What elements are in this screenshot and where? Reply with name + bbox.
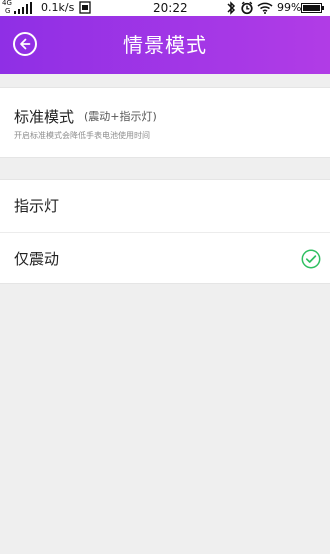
vibrate-only-label: 仅震动 [14, 250, 60, 268]
network-g-label: G [5, 7, 11, 15]
network-4g-label: 4G [2, 0, 12, 7]
alarm-icon [241, 1, 253, 15]
checkmark-icon [301, 249, 321, 269]
standard-mode-section[interactable]: 标准模式 (震动+指示灯) 开启标准模式会降低手表电池使用时间 [0, 87, 330, 158]
indicator-light-option[interactable]: 指示灯 [0, 180, 330, 232]
standard-mode-subtitle: (震动+指示灯) [84, 110, 157, 123]
battery-icon [301, 3, 324, 13]
indicator-light-label: 指示灯 [14, 197, 60, 215]
standard-mode-title: 标准模式 [14, 108, 75, 126]
network-speed: 0.1k/s [41, 1, 75, 14]
standard-mode-description: 开启标准模式会降低手表电池使用时间 [14, 131, 150, 140]
screenshot-icon [79, 1, 91, 14]
status-time: 20:22 [153, 1, 188, 15]
wifi-icon [257, 2, 273, 14]
mode-options-list: 指示灯 仅震动 [0, 179, 330, 284]
vibrate-only-option[interactable]: 仅震动 [0, 232, 330, 284]
bluetooth-icon [227, 1, 236, 15]
scene-mode-screen: 4G G 0.1k/s 20:22 99% 情景模式 标准模式 (震动+指示灯)… [0, 0, 330, 554]
status-bar: 4G G 0.1k/s 20:22 99% [0, 0, 330, 16]
page-title: 情景模式 [123, 33, 207, 57]
network-type: 4G G [2, 0, 14, 16]
signal-icon [14, 2, 32, 14]
app-header: 情景模式 [0, 16, 330, 74]
battery-percentage: 99% [277, 1, 302, 14]
